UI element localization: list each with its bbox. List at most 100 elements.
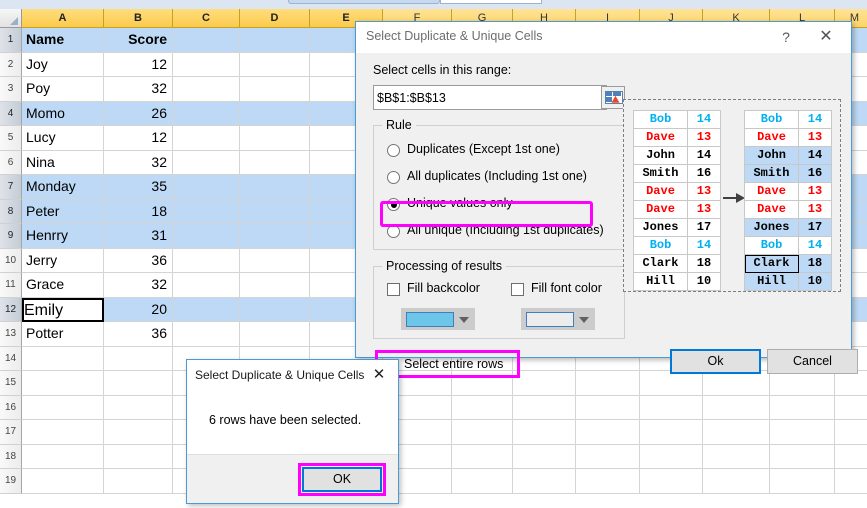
dialog-titlebar[interactable]: Select Duplicate & Unique Cells ? ✕ bbox=[356, 22, 851, 53]
close-icon[interactable]: ✕ bbox=[811, 26, 841, 48]
column-header-c[interactable]: C bbox=[173, 9, 240, 28]
cell-D5[interactable] bbox=[240, 126, 310, 151]
cell-G18[interactable] bbox=[452, 444, 513, 469]
cell-C3[interactable] bbox=[173, 77, 240, 102]
cell-J15[interactable] bbox=[640, 371, 703, 396]
row-header-11[interactable]: 11 bbox=[0, 273, 22, 298]
cell-A6[interactable]: Nina bbox=[22, 150, 104, 175]
cell-B17[interactable] bbox=[104, 420, 173, 445]
cell-C9[interactable] bbox=[173, 224, 240, 249]
column-header-a[interactable]: A bbox=[22, 9, 104, 28]
cell-J19[interactable] bbox=[640, 469, 703, 494]
cell-C11[interactable] bbox=[173, 273, 240, 298]
cell-B10[interactable]: 36 bbox=[104, 248, 173, 273]
cell-L17[interactable] bbox=[770, 420, 835, 445]
cell-M15[interactable] bbox=[835, 371, 867, 396]
cell-A11[interactable]: Grace bbox=[22, 273, 104, 298]
cell-B3[interactable]: 32 bbox=[104, 77, 173, 102]
row-header-12[interactable]: 12 bbox=[0, 297, 22, 322]
cell-B12[interactable]: 20 bbox=[104, 297, 173, 322]
cell-C10[interactable] bbox=[173, 248, 240, 273]
cell-B13[interactable]: 36 bbox=[104, 322, 173, 347]
cell-K19[interactable] bbox=[703, 469, 770, 494]
cell-A13[interactable]: Potter bbox=[22, 322, 104, 347]
cell-D8[interactable] bbox=[240, 199, 310, 224]
row-header-7[interactable]: 7 bbox=[0, 175, 22, 200]
cell-B8[interactable]: 18 bbox=[104, 199, 173, 224]
cell-A14[interactable] bbox=[22, 346, 104, 371]
cell-B16[interactable] bbox=[104, 395, 173, 420]
row-header-15[interactable]: 15 bbox=[0, 371, 22, 396]
help-icon[interactable]: ? bbox=[773, 26, 799, 48]
cell-L15[interactable] bbox=[770, 371, 835, 396]
cell-D1[interactable] bbox=[240, 28, 310, 53]
cell-B6[interactable]: 32 bbox=[104, 150, 173, 175]
cell-C6[interactable] bbox=[173, 150, 240, 175]
cell-L16[interactable] bbox=[770, 395, 835, 420]
fontcolor-picker-button[interactable] bbox=[521, 308, 595, 330]
cell-A16[interactable] bbox=[22, 395, 104, 420]
cell-D13[interactable] bbox=[240, 322, 310, 347]
cell-A19[interactable] bbox=[22, 469, 104, 494]
cell-I17[interactable] bbox=[576, 420, 640, 445]
cell-H17[interactable] bbox=[513, 420, 576, 445]
cell-B11[interactable]: 32 bbox=[104, 273, 173, 298]
cell-D9[interactable] bbox=[240, 224, 310, 249]
cancel-button[interactable]: Cancel bbox=[767, 349, 858, 374]
cell-I15[interactable] bbox=[576, 371, 640, 396]
cell-A4[interactable]: Momo bbox=[22, 101, 104, 126]
cell-J17[interactable] bbox=[640, 420, 703, 445]
cell-J16[interactable] bbox=[640, 395, 703, 420]
cell-L18[interactable] bbox=[770, 444, 835, 469]
cell-C13[interactable] bbox=[173, 322, 240, 347]
row-header-8[interactable]: 8 bbox=[0, 199, 22, 224]
cell-B9[interactable]: 31 bbox=[104, 224, 173, 249]
cell-D12[interactable] bbox=[240, 297, 310, 322]
cell-A5[interactable]: Lucy bbox=[22, 126, 104, 151]
cell-M16[interactable] bbox=[835, 395, 867, 420]
cell-C7[interactable] bbox=[173, 175, 240, 200]
cell-B7[interactable]: 35 bbox=[104, 175, 173, 200]
select-duplicate-unique-cells-dialog[interactable]: Select Duplicate & Unique Cells ? ✕ Sele… bbox=[355, 21, 858, 378]
cell-D10[interactable] bbox=[240, 248, 310, 273]
row-header-2[interactable]: 2 bbox=[0, 52, 22, 77]
cell-G19[interactable] bbox=[452, 469, 513, 494]
cell-B19[interactable] bbox=[104, 469, 173, 494]
select-all-corner[interactable] bbox=[0, 9, 22, 28]
cell-B15[interactable] bbox=[104, 371, 173, 396]
row-header-18[interactable]: 18 bbox=[0, 444, 22, 469]
cell-A9[interactable]: Henrry bbox=[22, 224, 104, 249]
row-header-5[interactable]: 5 bbox=[0, 126, 22, 151]
cell-M17[interactable] bbox=[835, 420, 867, 445]
cell-H16[interactable] bbox=[513, 395, 576, 420]
row-header-19[interactable]: 19 bbox=[0, 469, 22, 494]
cell-A15[interactable] bbox=[22, 371, 104, 396]
cell-A17[interactable] bbox=[22, 420, 104, 445]
cell-A10[interactable]: Jerry bbox=[22, 248, 104, 273]
backcolor-picker-button[interactable] bbox=[401, 308, 475, 330]
cell-K15[interactable] bbox=[703, 371, 770, 396]
row-header-4[interactable]: 4 bbox=[0, 101, 22, 126]
cell-D6[interactable] bbox=[240, 150, 310, 175]
cell-H18[interactable] bbox=[513, 444, 576, 469]
row-header-9[interactable]: 9 bbox=[0, 224, 22, 249]
cell-B14[interactable] bbox=[104, 346, 173, 371]
row-header-16[interactable]: 16 bbox=[0, 395, 22, 420]
cell-I19[interactable] bbox=[576, 469, 640, 494]
cell-A18[interactable] bbox=[22, 444, 104, 469]
cell-A2[interactable]: Joy bbox=[22, 52, 104, 77]
cell-B5[interactable]: 12 bbox=[104, 126, 173, 151]
message-box[interactable]: Select Duplicate & Unique Cells ✕ 6 rows… bbox=[186, 359, 399, 504]
message-box-close-icon[interactable]: ✕ bbox=[366, 364, 392, 386]
cell-L19[interactable] bbox=[770, 469, 835, 494]
cell-J18[interactable] bbox=[640, 444, 703, 469]
cell-A1[interactable]: Name bbox=[22, 28, 104, 53]
cell-B18[interactable] bbox=[104, 444, 173, 469]
cell-D2[interactable] bbox=[240, 52, 310, 77]
cell-C4[interactable] bbox=[173, 101, 240, 126]
cell-I16[interactable] bbox=[576, 395, 640, 420]
cell-G17[interactable] bbox=[452, 420, 513, 445]
cell-I18[interactable] bbox=[576, 444, 640, 469]
cell-K17[interactable] bbox=[703, 420, 770, 445]
cell-H19[interactable] bbox=[513, 469, 576, 494]
